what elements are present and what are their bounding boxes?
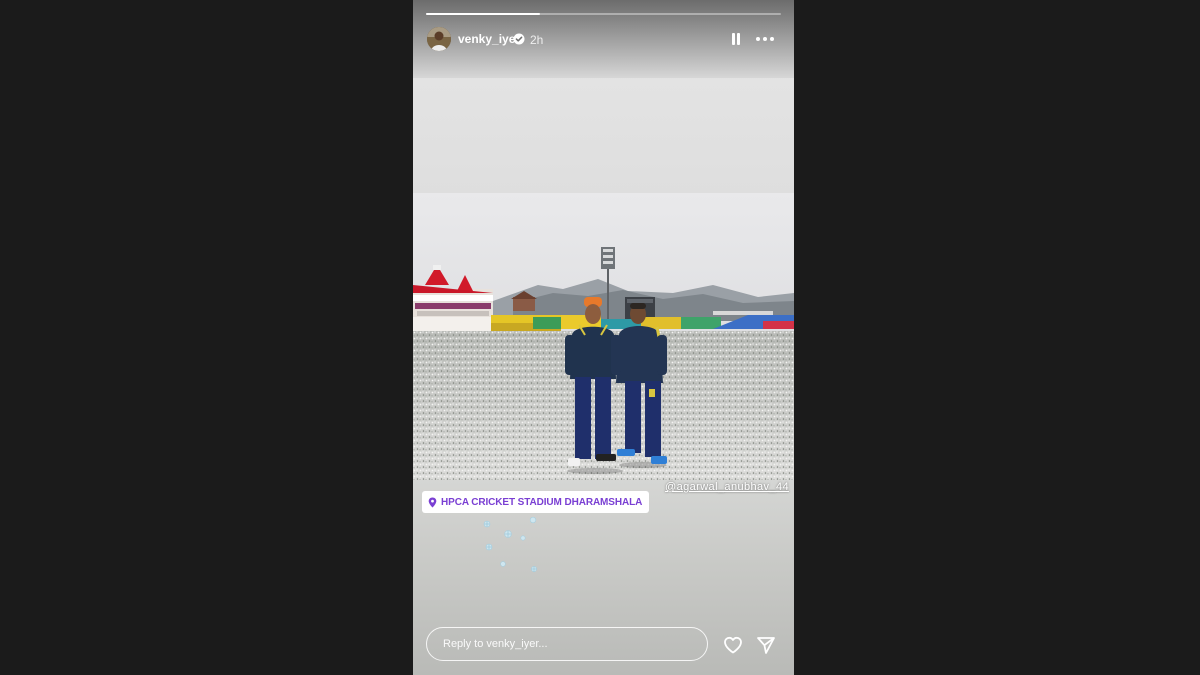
like-button[interactable]	[722, 634, 744, 656]
location-pin-icon	[428, 497, 437, 507]
avatar-image	[427, 27, 451, 51]
story-username[interactable]: venky_iyer	[458, 32, 520, 46]
reply-placeholder: Reply to venky_iyer...	[443, 638, 548, 650]
story-timestamp: 2h	[530, 33, 544, 47]
verified-badge-icon	[513, 33, 525, 45]
story-photo	[413, 193, 794, 480]
pause-button[interactable]	[725, 29, 747, 49]
more-options-button[interactable]	[753, 29, 777, 49]
location-label: HPCA CRICKET STADIUM DHARAMSHALA	[441, 496, 643, 508]
snowflake-sticker	[483, 516, 537, 572]
avatar[interactable]	[427, 27, 451, 51]
share-button[interactable]	[755, 634, 777, 656]
more-options-icon	[756, 37, 774, 41]
mention-tag[interactable]: @agarwal_anubhav_44	[665, 481, 789, 493]
location-sticker[interactable]: HPCA CRICKET STADIUM DHARAMSHALA	[422, 491, 650, 513]
story-progress-track	[426, 13, 781, 15]
story-progress-fill	[426, 13, 540, 15]
story-viewer[interactable]: venky_iyer 2h @agarwal_anubhav_44 HPCA C…	[413, 0, 794, 675]
page: venky_iyer 2h @agarwal_anubhav_44 HPCA C…	[0, 0, 1200, 675]
send-icon	[757, 637, 775, 654]
reply-input[interactable]: Reply to venky_iyer...	[426, 627, 708, 661]
heart-icon	[724, 636, 742, 654]
pause-icon	[732, 33, 740, 45]
